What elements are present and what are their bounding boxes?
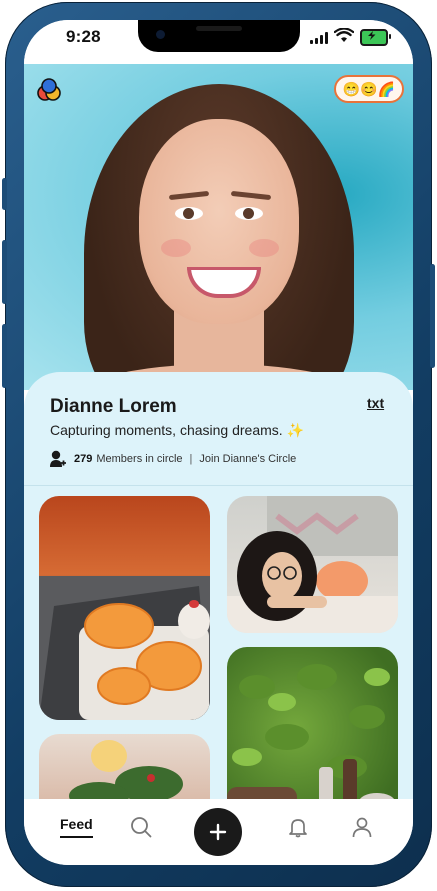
join-circle-link[interactable]: Join Dianne's Circle bbox=[199, 453, 296, 465]
app-screen: 9:28 😁😊🌈 Dianne Lorem txt Capturing mome… bbox=[24, 20, 413, 865]
feed-photo-girl[interactable] bbox=[227, 496, 398, 633]
search-icon[interactable] bbox=[130, 816, 152, 838]
bottom-navigation: Feed bbox=[24, 799, 413, 865]
profile-cover-photo: 😁😊🌈 bbox=[24, 64, 413, 390]
profile-bio: Capturing moments, chasing dreams. ✨ bbox=[50, 422, 304, 438]
wifi-icon bbox=[334, 28, 354, 42]
members-label: Members in circle bbox=[96, 453, 183, 465]
status-time: 9:28 bbox=[66, 27, 101, 46]
status-bar: 9:28 bbox=[24, 20, 413, 64]
volume-up-button bbox=[2, 240, 7, 304]
girl-illustration bbox=[227, 496, 398, 633]
bell-icon[interactable] bbox=[287, 816, 309, 838]
profile-name: Dianne Lorem bbox=[50, 396, 177, 417]
battery-icon bbox=[360, 29, 391, 46]
face bbox=[139, 119, 299, 324]
divider bbox=[24, 485, 413, 486]
create-post-button[interactable] bbox=[194, 808, 242, 856]
volume-down-button bbox=[2, 324, 7, 388]
text-message-button[interactable]: txt bbox=[367, 395, 384, 411]
add-member-icon[interactable] bbox=[50, 450, 66, 468]
feed-photo-oranges[interactable] bbox=[39, 496, 210, 720]
active-tab-indicator bbox=[60, 836, 93, 838]
notch bbox=[138, 20, 300, 52]
plus-icon bbox=[209, 823, 227, 841]
mute-switch bbox=[2, 178, 7, 210]
mood-badge[interactable]: 😁😊🌈 bbox=[334, 75, 404, 103]
members-row: 279 Members in circle | Join Dianne's Ci… bbox=[50, 450, 296, 468]
power-button bbox=[430, 264, 435, 368]
members-separator: | bbox=[189, 453, 193, 465]
nav-feed-tab[interactable]: Feed bbox=[60, 816, 93, 832]
oranges-illustration bbox=[39, 576, 210, 720]
members-count: 279 bbox=[74, 453, 93, 465]
user-icon[interactable] bbox=[351, 816, 373, 838]
profile-card: Dianne Lorem txt Capturing moments, chas… bbox=[24, 372, 413, 854]
app-logo-icon[interactable] bbox=[36, 76, 62, 102]
